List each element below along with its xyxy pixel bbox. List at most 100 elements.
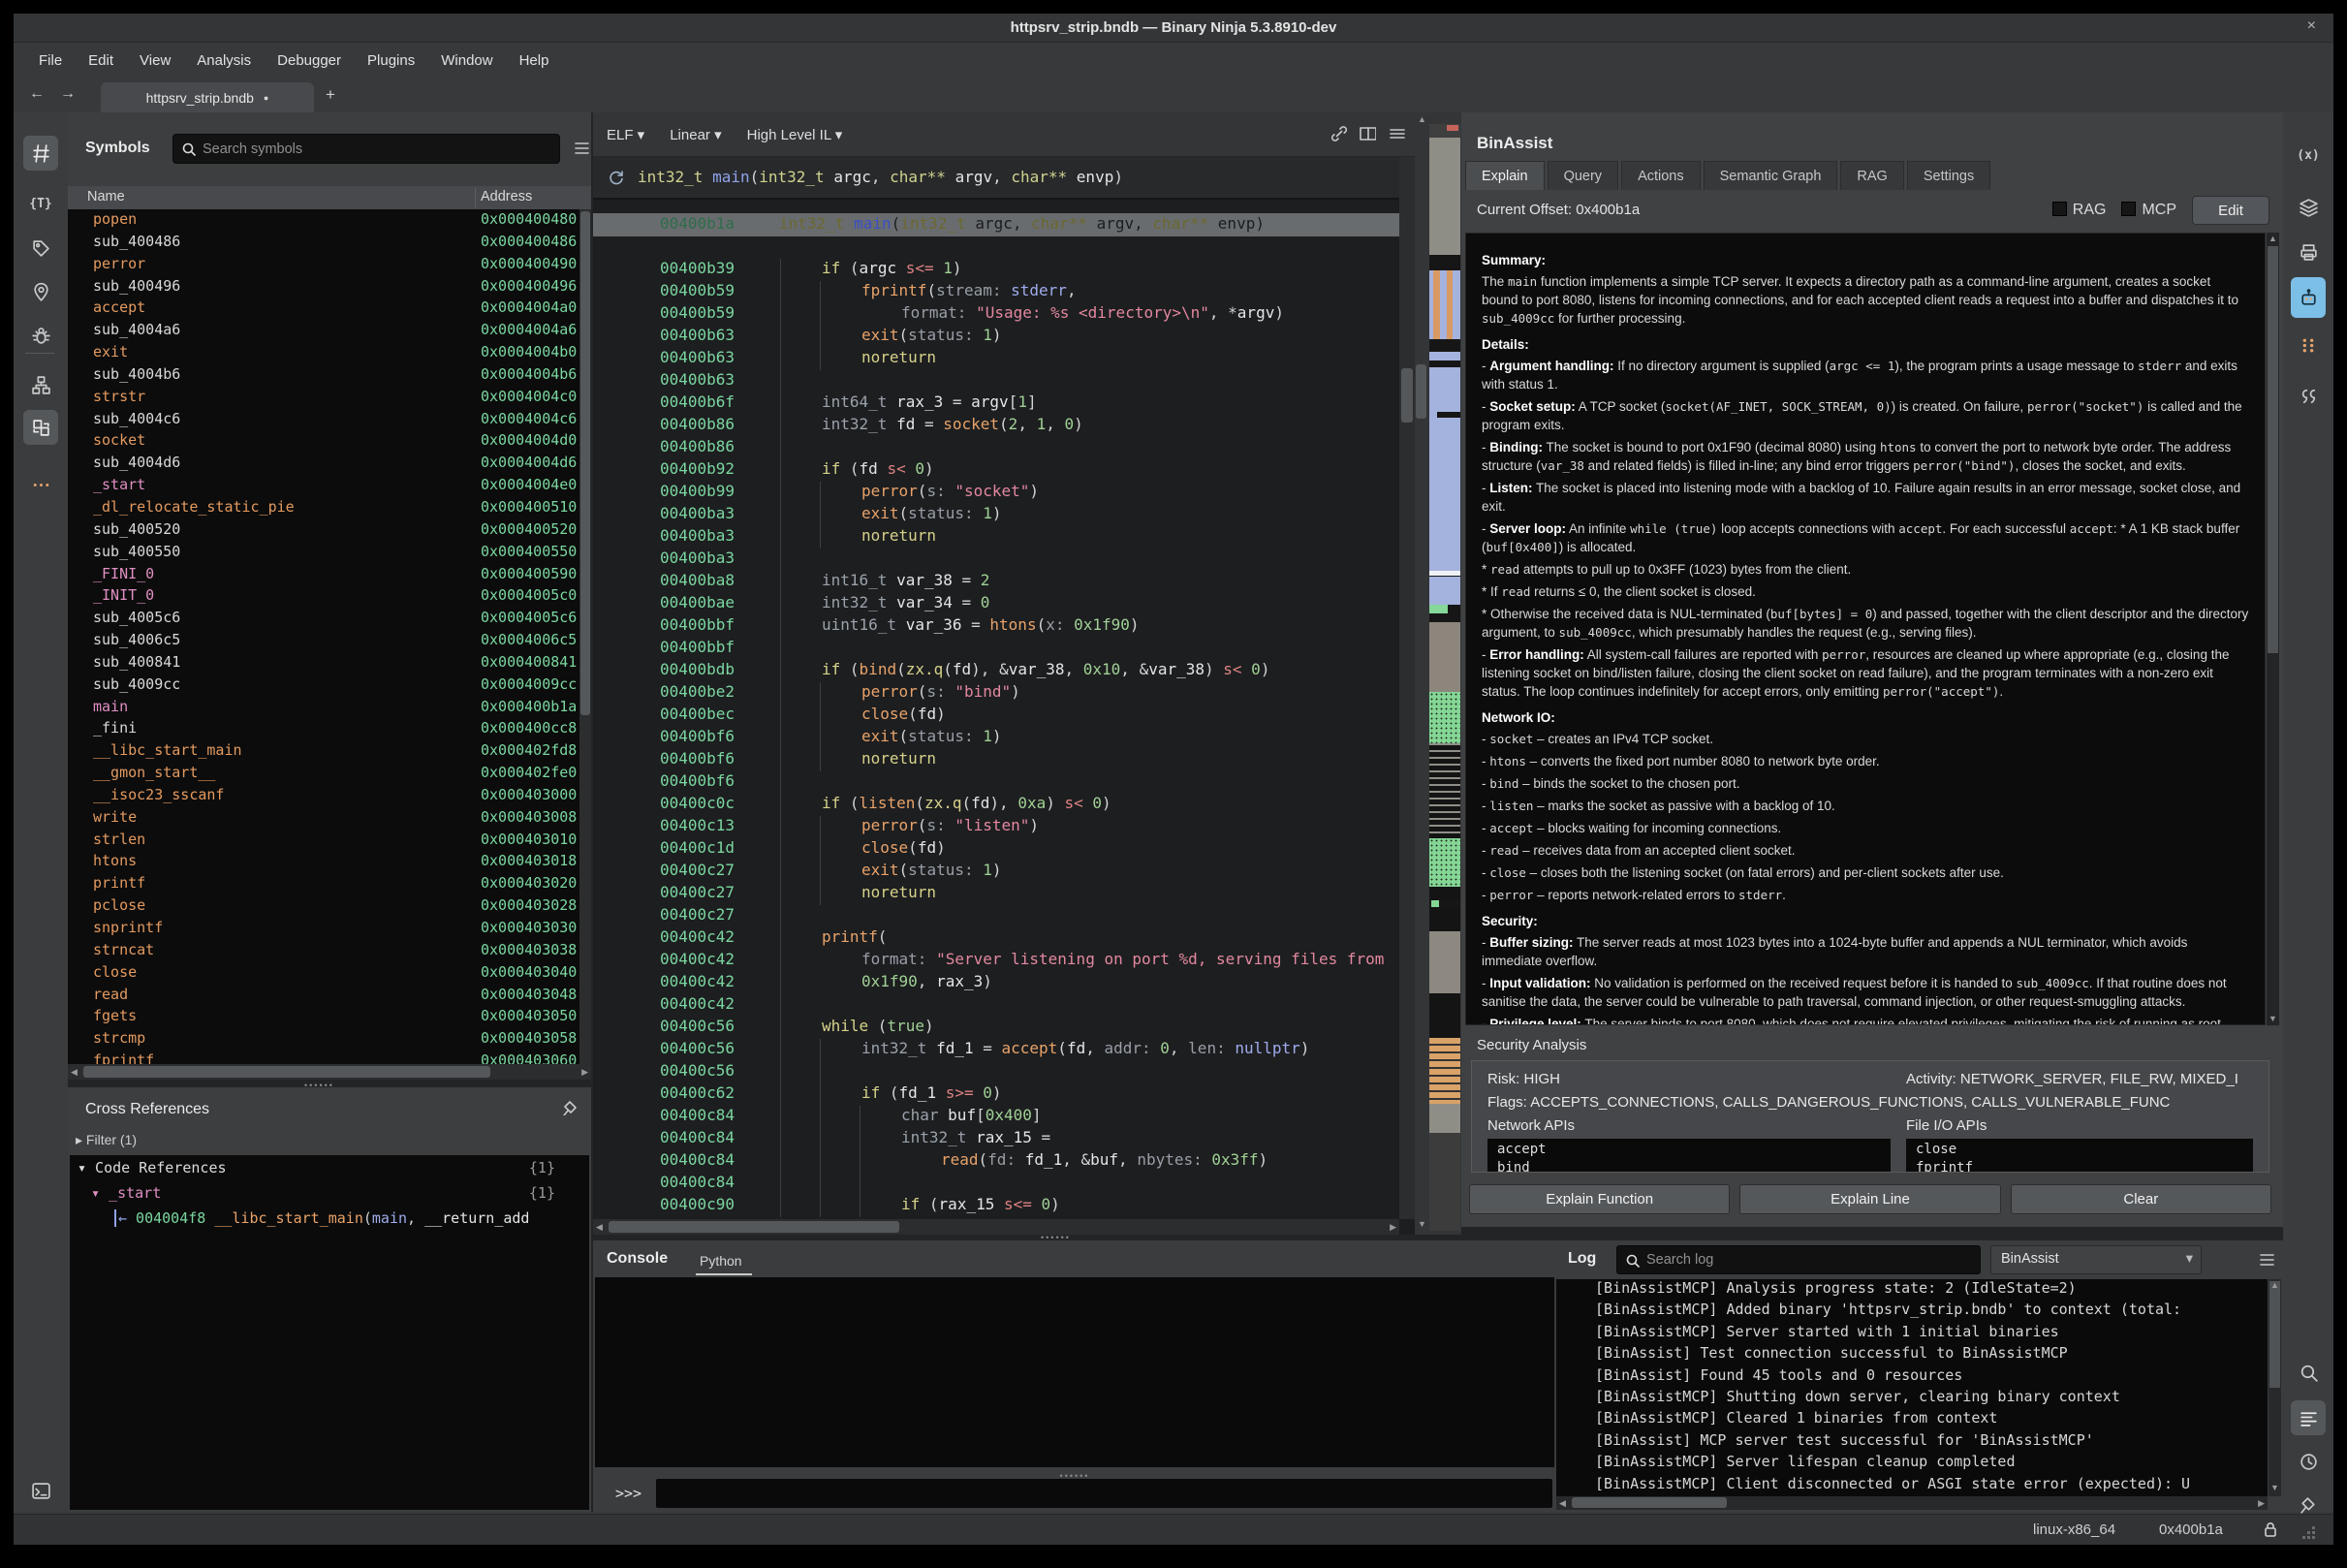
binassist-tab-settings[interactable]: Settings: [1907, 161, 1990, 190]
code-line[interactable]: 00400becclose(fd): [593, 705, 1399, 727]
code-line[interactable]: 00400b99perror(s: "socket"): [593, 482, 1399, 504]
pin-icon[interactable]: [561, 1099, 578, 1120]
symbol-row[interactable]: accept0x0004004a0: [68, 298, 579, 320]
network-apis-list[interactable]: acceptbind: [1487, 1139, 1891, 1172]
symbol-row[interactable]: htons0x000403018: [68, 851, 579, 873]
strings-icon[interactable]: [2291, 378, 2326, 413]
code-horizontal-scrollbar[interactable]: ◀▶: [593, 1219, 1399, 1235]
explain-scrollbar[interactable]: ▲ ▼: [2267, 233, 2279, 1025]
feature-map[interactable]: [1429, 124, 1460, 1231]
symbol-row[interactable]: sub_4004860x000400486: [68, 232, 579, 254]
il-selector[interactable]: High Level IL ▾: [747, 126, 843, 143]
symbols-xrefs-splitter[interactable]: ••••••: [304, 1081, 334, 1090]
scroll-up-icon[interactable]: ▲: [1418, 114, 1426, 124]
log-icon[interactable]: [2291, 1400, 2326, 1435]
sidebar-transform-icon[interactable]: [23, 410, 58, 445]
function-signature-header[interactable]: int32_t main(int32_t argc, char** argv, …: [593, 157, 1415, 200]
history-icon[interactable]: [2291, 1444, 2326, 1479]
xrefs-entry[interactable]: ← 004004f8 __libc_start_main(main, __ret…: [70, 1206, 589, 1231]
symbol-row[interactable]: _start0x0004004e0: [68, 475, 579, 497]
symbol-row[interactable]: _fini0x000400cc8: [68, 718, 579, 740]
menu-edit[interactable]: Edit: [88, 52, 113, 69]
binassist-tab-actions[interactable]: Actions: [1621, 161, 1701, 190]
xrefs-group-start[interactable]: ▾ _start{1}: [70, 1180, 589, 1206]
forward-icon[interactable]: →: [60, 85, 76, 103]
log-vertical-scrollbar[interactable]: ▲▼: [2269, 1279, 2281, 1496]
code-line[interactable]: 00400b86: [593, 437, 1399, 459]
code-line[interactable]: 00400c13perror(s: "listen"): [593, 816, 1399, 838]
code-line[interactable]: 00400ba3: [593, 549, 1399, 571]
code-line[interactable]: 00400c1dclose(fd): [593, 838, 1399, 861]
scroll-down-icon[interactable]: ▼: [1418, 1219, 1426, 1229]
symbol-row[interactable]: snprintf0x000403030: [68, 918, 579, 940]
symbol-row[interactable]: sub_4004b60x0004004b6: [68, 364, 579, 387]
code-line[interactable]: 00400c56while (true): [593, 1017, 1399, 1039]
symbol-row[interactable]: printf0x000403020: [68, 873, 579, 895]
code-line[interactable]: 00400c420x1f90, rax_3): [593, 972, 1399, 994]
code-line[interactable]: 00400ba8int16_t var_38 = 2: [593, 571, 1399, 593]
symbol-row[interactable]: sub_4009cc0x0004009cc: [68, 674, 579, 697]
code-line[interactable]: 00400bf6: [593, 771, 1399, 794]
menu-window[interactable]: Window: [441, 52, 492, 69]
symbols-horizontal-scrollbar[interactable]: ◀▶: [68, 1064, 591, 1080]
symbol-row[interactable]: perror0x000400490: [68, 254, 579, 276]
split-view-icon[interactable]: [1359, 124, 1376, 141]
sidebar-symbols-icon[interactable]: [23, 136, 58, 171]
symbol-row[interactable]: sub_4004d60x0004004d6: [68, 453, 579, 475]
rag-checkbox[interactable]: RAG: [2052, 202, 2107, 219]
xrefs-group-code-references[interactable]: ▾ Code References{1}: [70, 1155, 589, 1180]
stack-view-icon[interactable]: [2291, 190, 2326, 225]
symbol-row[interactable]: read0x000403048: [68, 985, 579, 1007]
code-line[interactable]: 00400b59format: "Usage: %s <directory>\n…: [593, 303, 1399, 326]
selected-line[interactable]: 00400b1a int32_t main(int32_t argc, char…: [593, 213, 1415, 236]
symbol-row[interactable]: socket0x0004004d0: [68, 430, 579, 453]
code-line[interactable]: 00400b63noreturn: [593, 348, 1399, 370]
sidebar-types-icon[interactable]: {T}: [23, 186, 58, 221]
sidebar-more-icon[interactable]: [23, 467, 58, 502]
console-input[interactable]: [656, 1479, 1552, 1508]
code-line[interactable]: 00400b6fint64_t rax_3 = argv[1]: [593, 392, 1399, 415]
symbol-row[interactable]: main0x000400b1a: [68, 697, 579, 719]
view-type-selector[interactable]: Linear ▾: [670, 126, 721, 143]
symbol-row[interactable]: sub_4004960x000400496: [68, 276, 579, 298]
symbol-row[interactable]: sub_4004a60x0004004a6: [68, 320, 579, 342]
symbol-row[interactable]: __isoc23_sscanf0x000403000: [68, 785, 579, 807]
memory-map-icon[interactable]: [2291, 328, 2326, 362]
code-line[interactable]: 00400c56: [593, 1061, 1399, 1083]
printer-icon[interactable]: [2291, 235, 2326, 269]
log-menu-icon[interactable]: [2259, 1251, 2275, 1272]
binassist-tab-rag[interactable]: RAG: [1840, 161, 1903, 190]
binassist-tab-explain[interactable]: Explain: [1465, 161, 1545, 190]
code-line[interactable]: 00400b59fprintf(stream: stderr,: [593, 281, 1399, 303]
symbols-vertical-scrollbar[interactable]: [579, 209, 591, 1074]
xrefs-filter-toggle[interactable]: ▸ Filter (1): [76, 1132, 137, 1148]
symbol-row[interactable]: _dl_relocate_static_pie0x000400510: [68, 497, 579, 519]
code-line[interactable]: 00400c0cif (listen(zx.q(fd), 0xa) s< 0): [593, 794, 1399, 816]
symbol-row[interactable]: _FINI_00x000400590: [68, 564, 579, 586]
symbol-row[interactable]: strncat0x000403038: [68, 940, 579, 962]
code-line[interactable]: 00400b86int32_t fd = socket(2, 1, 0): [593, 415, 1399, 437]
symbol-row[interactable]: sub_4005500x000400550: [68, 542, 579, 564]
symbol-row[interactable]: sub_4005200x000400520: [68, 519, 579, 542]
symbol-row[interactable]: strlen0x000403010: [68, 830, 579, 852]
code-line[interactable]: 00400c42: [593, 994, 1399, 1017]
close-icon[interactable]: ×: [2307, 17, 2316, 35]
code-line[interactable]: 00400c27noreturn: [593, 883, 1399, 905]
symbol-row[interactable]: pclose0x000403028: [68, 895, 579, 918]
menu-file[interactable]: File: [39, 52, 62, 69]
symbol-row[interactable]: strcmp0x000403058: [68, 1028, 579, 1051]
symbol-row[interactable]: __gmon_start__0x000402fe0: [68, 763, 579, 785]
sidebar-tags-icon[interactable]: [23, 231, 58, 266]
view-menu-icon[interactable]: [1388, 124, 1405, 141]
symbols-column-header[interactable]: Name Address: [68, 186, 591, 209]
code-line[interactable]: 00400c84char buf[0x400]: [593, 1106, 1399, 1128]
symbols-search-input[interactable]: Search symbols: [172, 134, 560, 164]
column-name[interactable]: Name: [87, 189, 125, 204]
sidebar-locations-icon[interactable]: [23, 274, 58, 309]
symbol-row[interactable]: sub_4004c60x0004004c6: [68, 409, 579, 431]
code-line[interactable]: 00400bdbif (bind(zx.q(fd), &var_38, 0x10…: [593, 660, 1399, 682]
code-line[interactable]: 00400ba3noreturn: [593, 526, 1399, 549]
code-line[interactable]: 00400c42format: "Server listening on por…: [593, 950, 1399, 972]
link-icon[interactable]: [1330, 124, 1347, 141]
code-line[interactable]: 00400bbfuint16_t var_36 = htons(x: 0x1f9…: [593, 615, 1399, 638]
